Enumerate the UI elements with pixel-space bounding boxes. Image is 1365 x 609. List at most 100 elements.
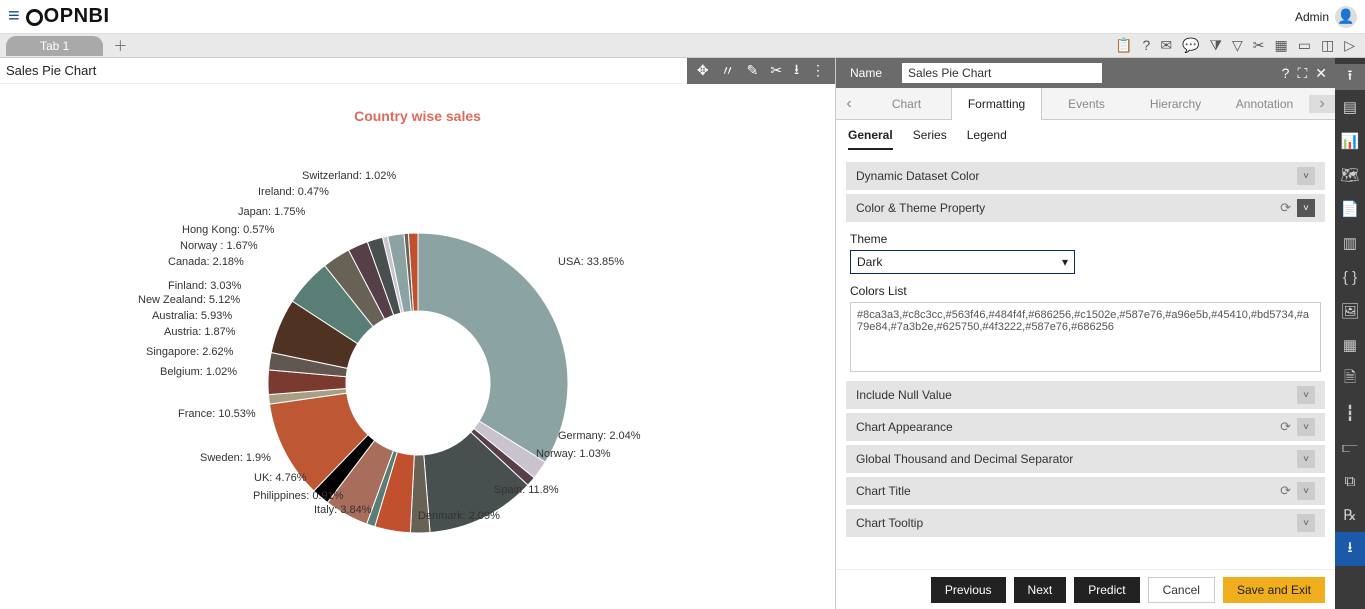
- grid-icon[interactable]: ▦: [1275, 37, 1288, 54]
- section-label: Dynamic Dataset Color: [856, 169, 979, 183]
- slice-label: Spain: 11.8%: [494, 484, 559, 496]
- section-chart-appearance[interactable]: Chart Appearance ⟳ ˅: [846, 413, 1325, 441]
- widget-toolbar: ✥ 〃 ✎ ✂ ⭳ ⋮: [687, 58, 835, 84]
- add-tab-icon[interactable]: ＋: [113, 36, 127, 56]
- tab-hierarchy[interactable]: Hierarchy: [1131, 88, 1220, 120]
- right-rail: ⭱ ▤ 📊 🗺 📄 ▥ { } 🖼 ▦ 🗎 ┇ ⫍ ⧉ ℞ ⭳: [1335, 58, 1365, 609]
- collapse-icon[interactable]: ⭱: [1335, 64, 1365, 90]
- theme-select[interactable]: Dark ▾: [850, 250, 1075, 274]
- section-label: Chart Appearance: [856, 420, 953, 434]
- slice-label: USA: 33.85%: [558, 256, 624, 268]
- slice-label: Australia: 5.93%: [152, 310, 232, 322]
- section-label: Chart Tooltip: [856, 516, 923, 530]
- rail-clipboard-icon[interactable]: ▤: [1335, 90, 1365, 124]
- section-color-theme[interactable]: Color & Theme Property ⟳ ˅: [846, 194, 1325, 222]
- refresh-icon[interactable]: ⟳: [1280, 483, 1291, 499]
- download-icon[interactable]: ⭳: [794, 59, 799, 83]
- cancel-button[interactable]: Cancel: [1148, 577, 1215, 603]
- tabs-next-icon[interactable]: ›: [1309, 95, 1335, 113]
- rail-code-icon[interactable]: { }: [1335, 260, 1365, 294]
- toolbar-icons: 📋 ? ✉ 💬 ⧩ ▽ ✂ ▦ ▭ ◫ ▷: [1115, 37, 1365, 54]
- widget-header: Sales Pie Chart ✥ 〃 ✎ ✂ ⭳ ⋮: [0, 58, 835, 84]
- slice-label: Ireland: 0.47%: [258, 186, 329, 198]
- tab-strip: Tab 1 ＋ 📋 ? ✉ 💬 ⧩ ▽ ✂ ▦ ▭ ◫ ▷: [0, 34, 1365, 58]
- chart-wrap: USA: 33.85%Germany: 2.04%Norway: 1.03%Sp…: [0, 124, 835, 594]
- slice-label: New Zealand: 5.12%: [138, 294, 240, 306]
- user-name[interactable]: Admin: [1295, 10, 1329, 24]
- section-chart-tooltip[interactable]: Chart Tooltip ˅: [846, 509, 1325, 537]
- slice-label: Canada: 2.18%: [168, 256, 244, 268]
- tab-formatting[interactable]: Formatting: [951, 88, 1042, 120]
- rail-image-icon[interactable]: 🖼: [1335, 294, 1365, 328]
- slice-label: Italy: 3.84%: [314, 504, 371, 516]
- color-theme-body: Theme Dark ▾ Colors List: [846, 222, 1325, 377]
- move-icon[interactable]: ✥: [697, 62, 709, 79]
- tab-1[interactable]: Tab 1: [6, 36, 103, 56]
- section-chart-title[interactable]: Chart Title ⟳ ˅: [846, 477, 1325, 505]
- edit-icon[interactable]: ✎: [747, 62, 759, 79]
- rail-page-icon[interactable]: ▥: [1335, 226, 1365, 260]
- subtab-legend[interactable]: Legend: [967, 128, 1007, 150]
- hamburger-icon[interactable]: ≡: [8, 5, 20, 28]
- chevron-down-icon: ˅: [1297, 450, 1315, 468]
- subtab-general[interactable]: General: [848, 128, 893, 150]
- rail-tree-icon[interactable]: ┇: [1335, 396, 1365, 430]
- refresh-icon[interactable]: ⟳: [1280, 200, 1291, 216]
- tools-icon[interactable]: ✂: [1253, 37, 1265, 54]
- rail-document-icon[interactable]: 📄: [1335, 192, 1365, 226]
- next-button[interactable]: Next: [1014, 577, 1067, 603]
- clipboard-icon[interactable]: 📋: [1115, 37, 1132, 54]
- brand-text: OPNBI: [44, 5, 110, 28]
- rail-grid-icon[interactable]: ▦: [1335, 328, 1365, 362]
- name-label: Name: [850, 66, 882, 80]
- predict-button[interactable]: Predict: [1074, 577, 1139, 603]
- user-avatar[interactable]: 👤: [1335, 6, 1357, 28]
- subtab-series[interactable]: Series: [913, 128, 947, 150]
- section-label: Include Null Value: [856, 388, 952, 402]
- rail-file-icon[interactable]: 🗎: [1335, 362, 1365, 396]
- expand-icon[interactable]: ⛶: [1297, 65, 1307, 82]
- slice-label: Sweden: 1.9%: [200, 452, 271, 464]
- screen-icon[interactable]: ▭: [1298, 37, 1311, 54]
- brand-logo: OPNBI: [26, 5, 110, 28]
- tab-chart[interactable]: Chart: [862, 88, 951, 120]
- rail-chart-icon[interactable]: 📊: [1335, 124, 1365, 158]
- play-icon[interactable]: ▷: [1344, 37, 1355, 54]
- colors-list-input[interactable]: [850, 302, 1321, 372]
- name-input[interactable]: [902, 63, 1102, 83]
- rail-copy-icon[interactable]: ⧉: [1335, 464, 1365, 498]
- rail-map-icon[interactable]: 🗺: [1335, 158, 1365, 192]
- brush-icon[interactable]: 〃: [721, 61, 735, 81]
- slice-label: Belgium: 1.02%: [160, 366, 237, 378]
- layout-icon[interactable]: ◫: [1321, 37, 1334, 54]
- slice-label: Philippines: 0.91%: [253, 490, 344, 502]
- rail-analytics-icon[interactable]: ⫍: [1335, 430, 1365, 464]
- more-icon[interactable]: ⋮: [811, 62, 825, 79]
- section-separator[interactable]: Global Thousand and Decimal Separator ˅: [846, 445, 1325, 473]
- colors-list-label: Colors List: [850, 284, 1321, 298]
- help-icon[interactable]: ?: [1282, 65, 1290, 82]
- rail-download-icon[interactable]: ⭳: [1335, 532, 1365, 566]
- section-include-null[interactable]: Include Null Value ˅: [846, 381, 1325, 409]
- section-dynamic-dataset-color[interactable]: Dynamic Dataset Color ˅: [846, 162, 1325, 190]
- help-icon[interactable]: ?: [1143, 37, 1151, 54]
- refresh-icon[interactable]: ⟳: [1280, 419, 1291, 435]
- save-button[interactable]: Save and Exit: [1223, 577, 1325, 603]
- close-icon[interactable]: ✕: [1315, 65, 1327, 82]
- tabs-prev-icon[interactable]: ‹: [836, 95, 862, 113]
- panel-header: Name ? ⛶ ✕: [836, 58, 1335, 88]
- slice-label: France: 10.53%: [178, 408, 256, 420]
- tab-annotation[interactable]: Annotation: [1220, 88, 1309, 120]
- wrench-icon[interactable]: ✂: [770, 62, 782, 79]
- chevron-up-icon: ˅: [1297, 199, 1315, 217]
- tab-events[interactable]: Events: [1042, 88, 1131, 120]
- mail-icon[interactable]: ✉: [1160, 37, 1172, 54]
- widget-title: Sales Pie Chart: [0, 63, 687, 78]
- previous-button[interactable]: Previous: [931, 577, 1006, 603]
- rail-rx-icon[interactable]: ℞: [1335, 498, 1365, 532]
- funnel-icon[interactable]: ⧩: [1210, 37, 1223, 54]
- panel-tabs: ‹ Chart Formatting Events Hierarchy Anno…: [836, 88, 1335, 120]
- comment-icon[interactable]: 💬: [1182, 37, 1199, 54]
- filter-icon[interactable]: ▽: [1232, 37, 1243, 54]
- panel-body: Dynamic Dataset Color ˅ Color & Theme Pr…: [836, 150, 1335, 569]
